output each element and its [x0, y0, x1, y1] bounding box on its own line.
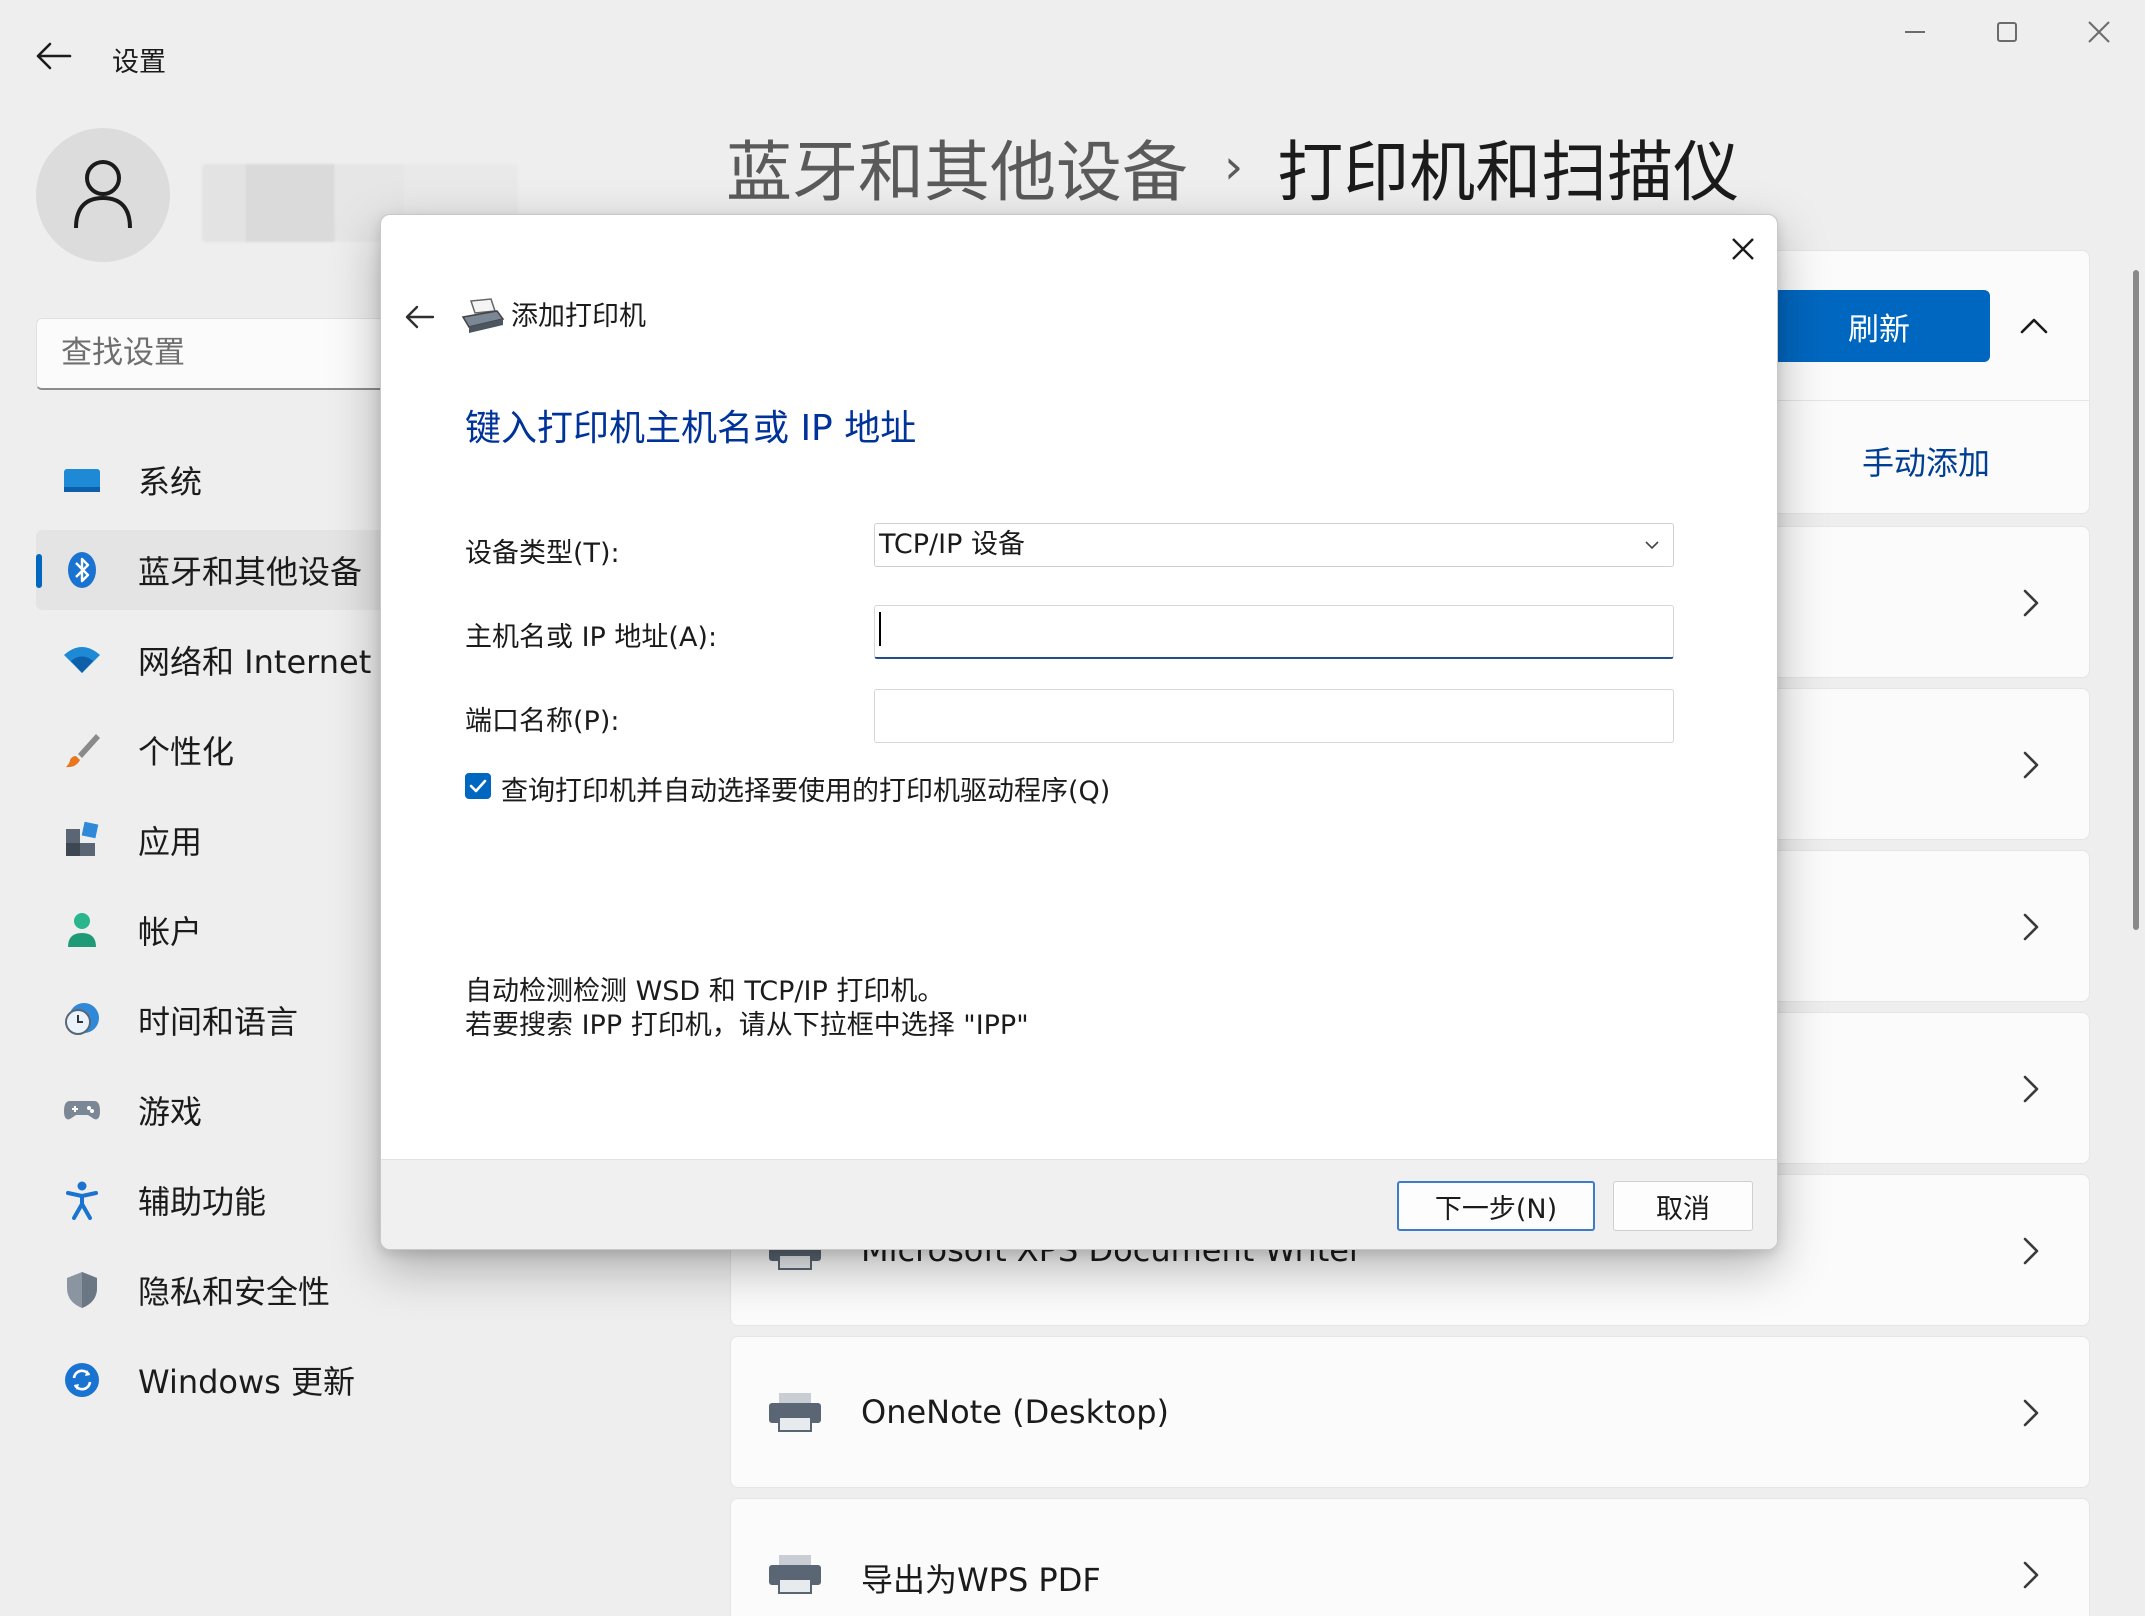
device-type-value: TCP/IP 设备	[879, 529, 1025, 560]
port-input[interactable]	[874, 689, 1674, 743]
text-caret	[879, 612, 881, 646]
sidebar-item-privacy[interactable]: 隐私和安全性	[36, 1250, 516, 1330]
checkmark-icon	[469, 779, 487, 793]
next-button[interactable]: 下一步(N)	[1397, 1181, 1595, 1231]
dialog-back-button[interactable]	[399, 297, 439, 337]
printer-icon	[769, 1393, 821, 1432]
account-icon	[60, 908, 104, 952]
device-type-label: 设备类型(T):	[465, 538, 620, 569]
gamepad-icon	[60, 1088, 104, 1132]
dialog-footer: 下一步(N) 取消	[381, 1159, 1777, 1249]
title-bar: 设置	[0, 0, 2145, 110]
shield-icon	[60, 1268, 104, 1312]
printer-icon	[769, 1555, 821, 1594]
arrow-left-icon	[36, 42, 72, 70]
close-icon	[2088, 21, 2110, 43]
page-title: 打印机和扫描仪	[1277, 134, 1740, 211]
sidebar-item-label: 游戏	[138, 1093, 203, 1131]
sidebar-item-label: 时间和语言	[138, 1003, 299, 1041]
chevron-up-icon[interactable]	[2010, 306, 2058, 346]
chevron-right-icon	[2023, 913, 2039, 941]
chevron-right-icon	[2023, 751, 2039, 779]
printer-icon	[461, 298, 505, 333]
host-label: 主机名或 IP 地址(A):	[465, 622, 718, 653]
close-icon	[1732, 238, 1754, 260]
time-language-icon	[60, 998, 104, 1042]
sidebar-item-label: 蓝牙和其他设备	[138, 553, 363, 591]
paintbrush-icon	[60, 728, 104, 772]
scrollbar[interactable]	[2133, 270, 2139, 930]
wifi-icon	[60, 638, 104, 682]
minimize-button[interactable]	[1880, 14, 1950, 64]
chevron-down-icon	[1645, 541, 1659, 550]
apps-icon	[60, 818, 104, 862]
sidebar-item-label: 网络和 Internet	[138, 643, 372, 681]
chevron-right-icon	[2023, 1399, 2039, 1427]
chevron-right-icon	[2023, 1237, 2039, 1265]
person-icon	[74, 160, 132, 229]
maximize-icon	[1997, 22, 2017, 42]
arrow-left-icon	[405, 305, 435, 329]
sidebar-item-label: 个性化	[138, 733, 235, 771]
port-label: 端口名称(P):	[465, 706, 620, 737]
close-window-button[interactable]	[2064, 14, 2134, 64]
dialog-title: 添加打印机	[511, 301, 646, 332]
cancel-button[interactable]: 取消	[1613, 1181, 1753, 1231]
printer-name: 导出为WPS PDF	[861, 1561, 1101, 1599]
chevron-right-icon	[2023, 589, 2039, 617]
refresh-button[interactable]: 刷新	[1768, 290, 1990, 362]
sidebar-item-label: 隐私和安全性	[138, 1273, 331, 1311]
breadcrumb: 蓝牙和其他设备 › 打印机和扫描仪	[726, 122, 1739, 212]
breadcrumb-separator: ›	[1224, 139, 1244, 195]
minimize-icon	[1905, 31, 1925, 33]
query-printer-label[interactable]: 查询打印机并自动选择要使用的打印机驱动程序(Q)	[501, 769, 1110, 808]
sidebar-item-windows-update[interactable]: Windows 更新	[36, 1340, 516, 1420]
query-printer-checkbox[interactable]	[465, 773, 491, 799]
sidebar-item-label: Windows 更新	[138, 1363, 356, 1401]
dialog-close-button[interactable]	[1721, 227, 1765, 271]
system-monitor-icon	[60, 458, 104, 502]
list-item[interactable]: OneNote (Desktop)	[730, 1336, 2090, 1488]
chevron-right-icon	[2023, 1561, 2039, 1589]
list-item[interactable]: 导出为WPS PDF	[730, 1498, 2090, 1616]
accessibility-icon	[60, 1178, 104, 1222]
bluetooth-icon	[60, 548, 104, 592]
dialog-heading: 键入打印机主机名或 IP 地址	[465, 408, 917, 449]
sidebar-item-label: 辅助功能	[138, 1183, 267, 1221]
manual-add-link[interactable]: 手动添加	[1862, 438, 1990, 484]
host-input[interactable]	[874, 605, 1674, 659]
info-text-line2: 若要搜索 IPP 打印机，请从下拉框中选择 "IPP"	[465, 1010, 1029, 1041]
sidebar-item-label: 系统	[138, 463, 203, 501]
maximize-button[interactable]	[1972, 14, 2042, 64]
breadcrumb-parent[interactable]: 蓝牙和其他设备	[726, 119, 1188, 215]
sidebar-item-label: 应用	[138, 823, 203, 861]
printer-name: OneNote (Desktop)	[861, 1393, 1170, 1431]
device-type-select[interactable]: TCP/IP 设备	[874, 523, 1674, 567]
chevron-right-icon	[2023, 1075, 2039, 1103]
windows-update-icon	[60, 1358, 104, 1402]
sidebar-item-label: 帐户	[138, 913, 203, 951]
app-title: 设置	[112, 47, 166, 78]
add-printer-dialog: 添加打印机 键入打印机主机名或 IP 地址 设备类型(T): TCP/IP 设备…	[380, 214, 1778, 1250]
back-button[interactable]	[30, 36, 76, 76]
avatar[interactable]	[36, 128, 170, 262]
